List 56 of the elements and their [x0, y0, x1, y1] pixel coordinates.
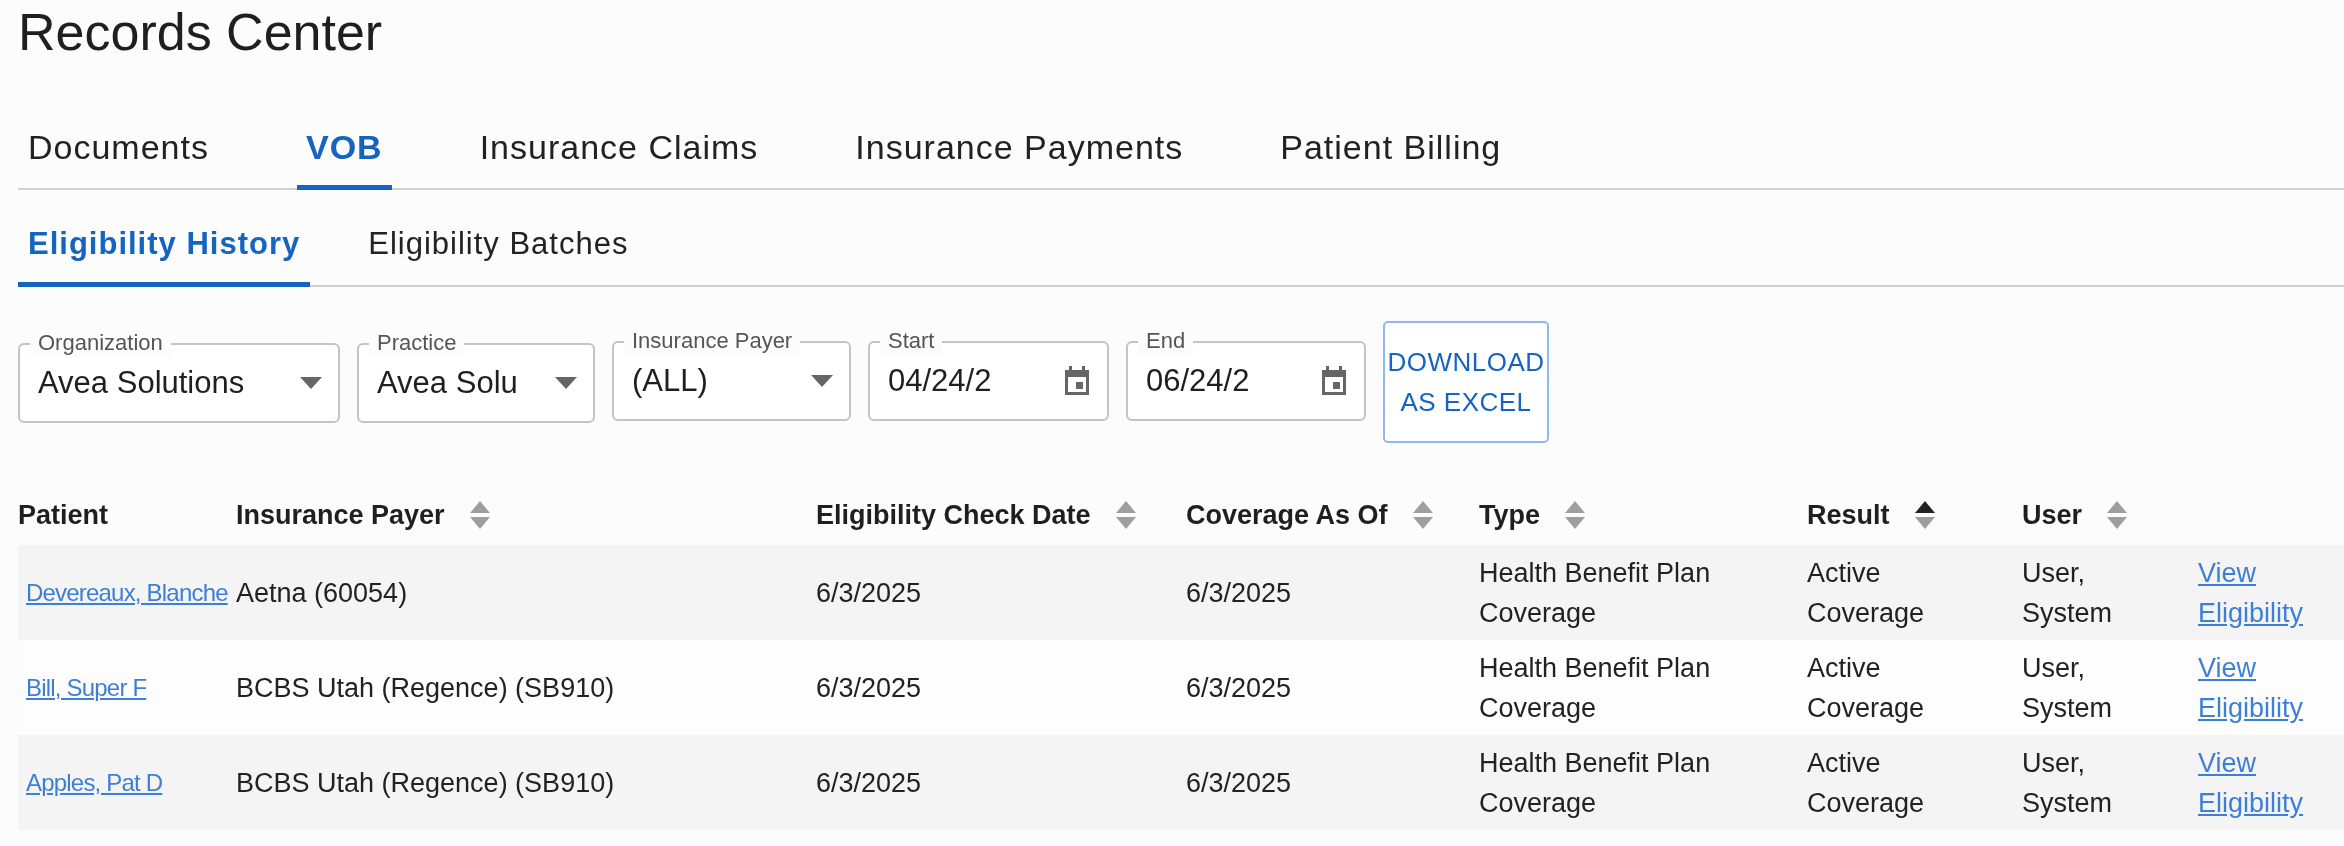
- table-cell-text: 6/3/2025: [816, 671, 923, 705]
- sort-icon[interactable]: [1913, 500, 1936, 530]
- table-cell-text: BCBS Utah (Regence) (SB910): [236, 671, 616, 705]
- calendar-icon[interactable]: [1320, 365, 1348, 397]
- tab[interactable]: Insurance Claims: [479, 114, 759, 190]
- table-cell-text: BCBS Utah (Regence) (SB910): [236, 766, 616, 800]
- view-eligibility-link[interactable]: View Eligibility: [2198, 742, 2344, 823]
- view-eligibility-link[interactable]: View Eligibility: [2198, 647, 2344, 728]
- select-field[interactable]: Organization Avea Solutions: [18, 327, 340, 423]
- download-excel-button[interactable]: DOWNLOAD AS EXCEL: [1383, 321, 1549, 443]
- table-cell-text: User, System: [2022, 746, 2114, 820]
- field-value: 04/24/2: [888, 363, 993, 399]
- page-title: Records Center: [18, 2, 384, 63]
- column-header: Result: [1807, 499, 1890, 531]
- date-field[interactable]: End 06/24/2: [1126, 325, 1366, 421]
- column-header: Type: [1479, 499, 1540, 531]
- table-cell-text: 6/3/2025: [816, 766, 923, 800]
- column-header: Insurance Payer: [236, 499, 445, 531]
- table-cell-text: Active Coverage: [1807, 746, 1926, 820]
- select-field[interactable]: Practice Avea Solu: [357, 327, 595, 423]
- table-cell-text: 6/3/2025: [816, 576, 923, 610]
- view-eligibility-link[interactable]: View Eligibility: [2198, 552, 2344, 633]
- tab[interactable]: Documents: [28, 114, 209, 190]
- tab[interactable]: Eligibility Batches: [358, 212, 639, 287]
- table-cell-text: Health Benefit Plan Coverage: [1479, 746, 1712, 820]
- table-cell-text: Health Benefit Plan Coverage: [1479, 556, 1712, 630]
- tab[interactable]: Patient Billing: [1280, 114, 1502, 190]
- table-cell-text: User, System: [2022, 651, 2114, 725]
- column-header: Patient: [18, 499, 109, 531]
- patient-link[interactable]: Devereaux, Blanche: [26, 572, 228, 613]
- table-cell-text: 6/3/2025: [1186, 576, 1293, 610]
- column-header: User: [2022, 499, 2083, 531]
- tab[interactable]: Insurance Payments: [855, 114, 1184, 190]
- patient-link[interactable]: Apples, Pat D: [26, 762, 163, 803]
- dropdown-caret-icon[interactable]: [811, 375, 833, 387]
- column-header: Eligibility Check Date: [816, 499, 1091, 531]
- table-cell-text: User, System: [2022, 556, 2114, 630]
- field-value: (ALL): [632, 363, 709, 399]
- tab[interactable]: Eligibility History: [18, 212, 311, 287]
- table-cell-text: Aetna (60054): [236, 576, 409, 610]
- table-cell-text: Active Coverage: [1807, 651, 1926, 725]
- field-value: Avea Solutions: [38, 365, 246, 401]
- column-header: Coverage As Of: [1186, 499, 1388, 531]
- calendar-icon[interactable]: [1063, 365, 1091, 397]
- table-cell-text: 6/3/2025: [1186, 766, 1293, 800]
- date-field[interactable]: Start 04/24/2: [868, 325, 1109, 421]
- field-value: 06/24/2: [1146, 363, 1251, 399]
- tab[interactable]: VOB: [296, 114, 392, 190]
- table-cell-text: 6/3/2025: [1186, 671, 1293, 705]
- patient-link[interactable]: Bill, Super F: [26, 667, 147, 708]
- dropdown-caret-icon[interactable]: [555, 377, 577, 389]
- table-cell-text: Health Benefit Plan Coverage: [1479, 651, 1712, 725]
- field-value: Avea Solu: [377, 365, 519, 401]
- select-field[interactable]: Insurance Payer (ALL): [612, 325, 851, 421]
- dropdown-caret-icon[interactable]: [300, 377, 322, 389]
- table-cell-text: Active Coverage: [1807, 556, 1926, 630]
